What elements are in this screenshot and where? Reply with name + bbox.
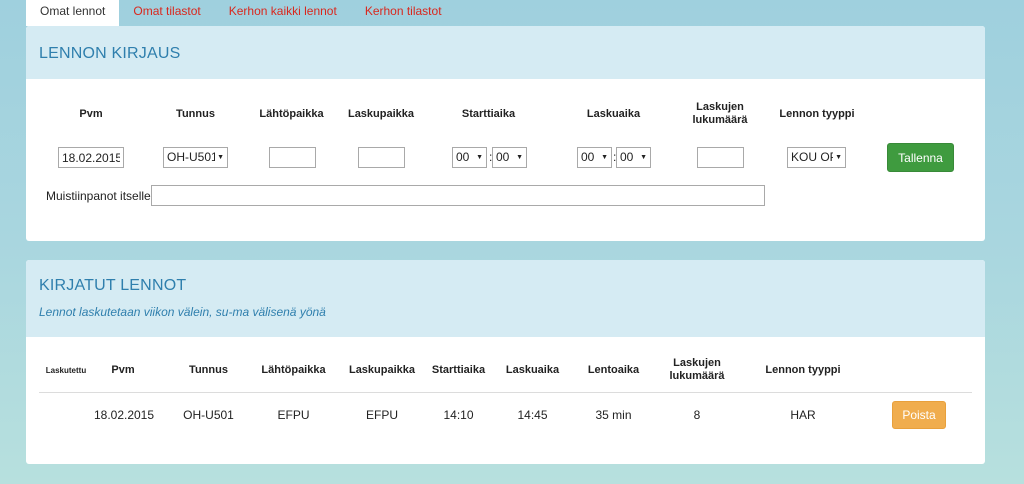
tab-bar: Omat lennot Omat tilastot Kerhon kaikki …	[26, 0, 456, 26]
landing-minute-value: 00	[620, 150, 634, 164]
start-minute-select[interactable]: 00 ▼	[492, 147, 527, 168]
tab-omat-tilastot[interactable]: Omat tilastot	[119, 0, 214, 26]
cell-lahtopaikka: EFPU	[277, 408, 310, 422]
flight-list-subtitle: Lennot laskutetaan viikon välein, su-ma …	[39, 305, 326, 319]
flight-type-select[interactable]: KOU OP ▼	[787, 147, 846, 168]
landing-minute-select[interactable]: 00 ▼	[616, 147, 651, 168]
notes-label: Muistiinpanot itselle	[46, 189, 151, 203]
chevron-down-icon: ▼	[215, 148, 224, 167]
landings-count-input[interactable]	[697, 147, 744, 168]
aircraft-select[interactable]: OH-U501 ▼	[163, 147, 228, 168]
start-hour-select[interactable]: 00 ▼	[452, 147, 487, 168]
header-laskuaika: Laskuaika	[505, 364, 560, 376]
chevron-down-icon: ▼	[599, 148, 608, 167]
flight-list-panel: KIRJATUT LENNOT Lennot laskutetaan viiko…	[26, 260, 985, 464]
header-laskuaika: Laskuaika	[586, 108, 641, 120]
header-laskupaikka: Laskupaikka	[347, 108, 415, 120]
landing-place-input[interactable]	[358, 147, 405, 168]
cell-laskuaika: 14:45	[517, 408, 548, 422]
cell-pvm: 18.02.2015	[93, 408, 155, 422]
header-tunnus: Tunnus	[189, 364, 228, 376]
header-lennon-tyyppi: Lennon tyyppi	[779, 108, 855, 120]
flight-entry-title: LENNON KIRJAUS	[39, 45, 181, 62]
header-pvm: Pvm	[79, 108, 103, 120]
header-tunnus: Tunnus	[176, 108, 215, 120]
header-laskujen-lukumaara: Laskujen lukumäärä	[679, 101, 761, 127]
header-lentoaika: Lentoaika	[587, 364, 640, 376]
cell-laskupaikka: EFPU	[365, 408, 398, 422]
header-pvm: Pvm	[111, 364, 135, 376]
header-laskujen-line2: lukumäärä	[669, 370, 725, 382]
chevron-down-icon: ▼	[638, 148, 647, 167]
table-divider	[39, 392, 972, 393]
chevron-down-icon: ▼	[474, 148, 483, 167]
header-laskupaikka: Laskupaikka	[348, 364, 416, 376]
header-laskutettu: Laskutettu	[45, 366, 87, 375]
notes-input[interactable]	[151, 185, 765, 206]
flight-entry-panel: LENNON KIRJAUS Pvm Tunnus Lähtöpaikka La…	[26, 26, 985, 241]
tab-omat-lennot[interactable]: Omat lennot	[26, 0, 120, 26]
delete-button[interactable]: Poista	[892, 401, 946, 429]
flight-list-header: KIRJATUT LENNOT Lennot laskutetaan viiko…	[26, 260, 985, 337]
date-input[interactable]	[58, 147, 124, 168]
save-button[interactable]: Tallenna	[887, 143, 954, 172]
header-laskujen-line1: Laskujen	[696, 101, 744, 113]
flight-list-title: KIRJATUT LENNOT	[39, 277, 187, 294]
cell-tunnus: OH-U501	[183, 408, 234, 422]
flight-type-value: KOU OP	[791, 150, 838, 164]
chevron-down-icon: ▼	[514, 148, 523, 167]
cell-tyyppi: HAR	[790, 408, 816, 422]
cell-lentoaika: 35 min	[595, 408, 632, 422]
header-lahtopaikka: Lähtöpaikka	[261, 364, 326, 376]
header-starttiaika: Starttiaika	[461, 108, 516, 120]
cell-laskujen: 8	[693, 408, 701, 422]
tab-kerhon-tilastot[interactable]: Kerhon tilastot	[351, 0, 456, 26]
header-lahtopaikka: Lähtöpaikka	[259, 108, 324, 120]
start-hour-value: 00	[456, 150, 470, 164]
start-minute-value: 00	[496, 150, 510, 164]
cell-starttiaika: 14:10	[443, 408, 474, 422]
aircraft-select-value: OH-U501	[167, 150, 218, 164]
header-lennon-tyyppi: Lennon tyyppi	[765, 364, 841, 376]
header-laskujen-lukumaara: Laskujen lukumäärä	[656, 357, 738, 383]
header-starttiaika: Starttiaika	[431, 364, 486, 376]
flight-entry-header: LENNON KIRJAUS	[26, 26, 985, 79]
landing-hour-select[interactable]: 00 ▼	[577, 147, 612, 168]
tab-kerhon-kaikki-lennot[interactable]: Kerhon kaikki lennot	[215, 0, 351, 26]
departure-place-input[interactable]	[269, 147, 316, 168]
header-laskujen-line1: Laskujen	[673, 357, 721, 369]
header-laskujen-line2: lukumäärä	[692, 114, 748, 126]
chevron-down-icon: ▼	[833, 148, 842, 167]
landing-hour-value: 00	[581, 150, 595, 164]
